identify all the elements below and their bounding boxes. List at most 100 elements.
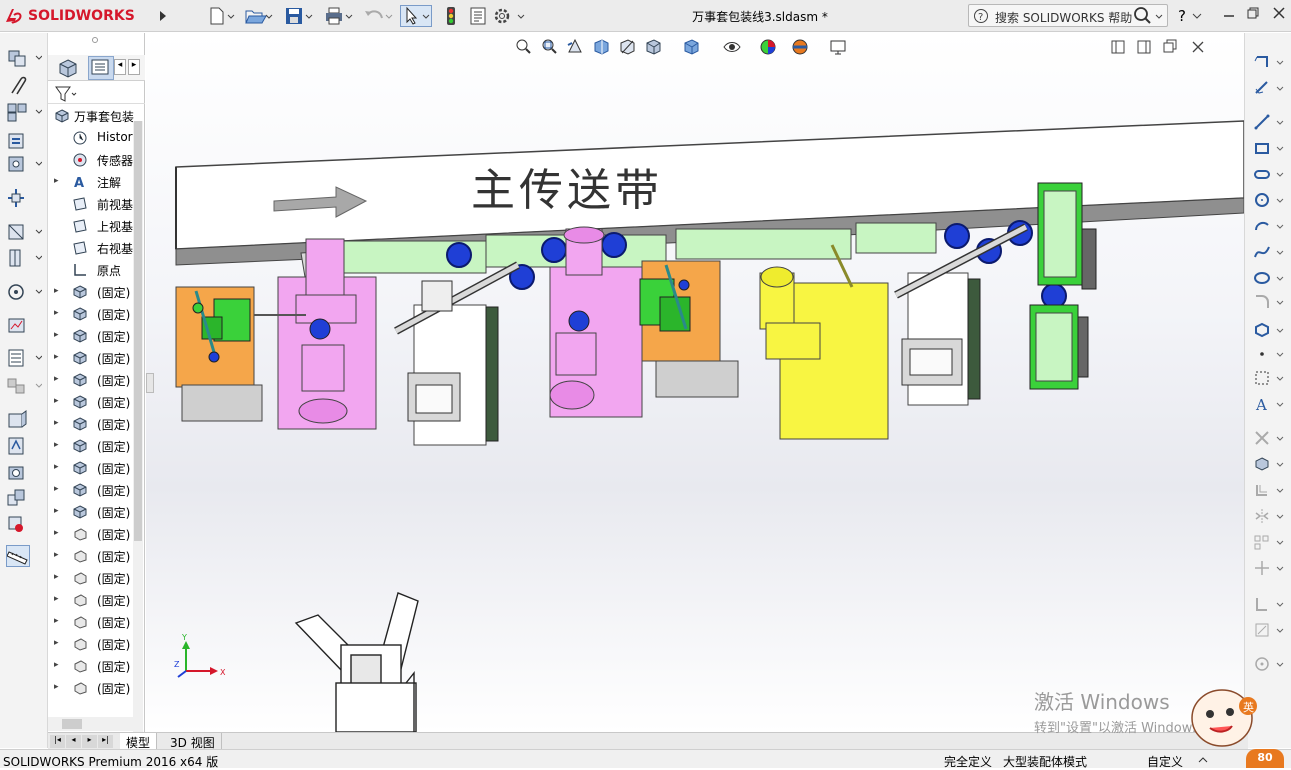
mate-button[interactable]: [6, 75, 42, 97]
help-button[interactable]: ?: [1178, 5, 1202, 27]
open-button[interactable]: [244, 5, 274, 27]
tree-item[interactable]: ▸ (固定): [48, 545, 143, 567]
expand-arrow-icon[interactable]: ▸: [54, 440, 62, 450]
update-speedpak-button[interactable]: [6, 435, 42, 457]
expand-arrow-icon[interactable]: ▸: [54, 484, 62, 494]
expand-arrow-icon[interactable]: ▸: [54, 462, 62, 472]
repair-sketch-button[interactable]: [1251, 619, 1287, 641]
trim-entities-button[interactable]: [1251, 427, 1287, 449]
expand-arrow-icon[interactable]: ▸: [54, 330, 62, 340]
linear-sketch-pattern-button[interactable]: [1251, 531, 1287, 553]
tree-item[interactable]: ▸ (固定): [48, 325, 143, 347]
tree-item[interactable]: ▸ (固定): [48, 633, 143, 655]
tree-horizontal-scrollbar[interactable]: [48, 717, 133, 731]
large-assembly-settings-button[interactable]: [6, 487, 42, 509]
tab-scroll-left[interactable]: ◂: [114, 59, 126, 75]
minimize-button[interactable]: [1218, 6, 1240, 26]
tree-item[interactable]: ▸ (固定): [48, 457, 143, 479]
convert-entities-button[interactable]: [1251, 453, 1287, 475]
panel-grip-icon[interactable]: [92, 37, 98, 43]
scrollbar-thumb[interactable]: [134, 121, 142, 541]
expand-arrow-icon[interactable]: ▸: [54, 594, 62, 604]
circle-button[interactable]: [1251, 189, 1287, 211]
select-button[interactable]: [400, 5, 432, 27]
tab-feature-manager[interactable]: [56, 57, 84, 79]
sketch-button[interactable]: [1251, 51, 1287, 73]
print-button[interactable]: [324, 5, 354, 27]
tree-item[interactable]: 前视基: [48, 193, 143, 215]
tree-item[interactable]: 上视基: [48, 215, 143, 237]
tree-item[interactable]: ▸ (固定): [48, 281, 143, 303]
smart-dimension-button[interactable]: [1251, 77, 1287, 99]
quick-snaps-button[interactable]: [1251, 653, 1287, 675]
expand-arrow-icon[interactable]: ▸: [54, 506, 62, 516]
tree-item[interactable]: 右视基: [48, 237, 143, 259]
tree-item[interactable]: ▸ (固定): [48, 479, 143, 501]
tree-item[interactable]: ▸ (固定): [48, 501, 143, 523]
expand-arrow-icon[interactable]: ▸: [54, 638, 62, 648]
arc-button[interactable]: [1251, 215, 1287, 237]
tree-item[interactable]: ▸ (固定): [48, 369, 143, 391]
options-button[interactable]: [492, 5, 526, 27]
units-selector[interactable]: 自定义: [1147, 753, 1183, 770]
assembly-features-button[interactable]: [6, 247, 43, 269]
spline-button[interactable]: [1251, 241, 1287, 263]
graphics-area[interactable]: 主传送带 Y X Z: [146, 33, 1244, 732]
display-relations-button[interactable]: [1251, 593, 1287, 615]
smart-fasteners-button[interactable]: [6, 153, 43, 175]
text-button[interactable]: A: [1251, 393, 1287, 415]
expand-menu-button[interactable]: [158, 5, 174, 27]
tree-item[interactable]: ▸ (固定): [48, 413, 143, 435]
ellipse-button[interactable]: [1251, 267, 1287, 289]
expand-arrow-icon[interactable]: ▸: [54, 396, 62, 406]
units-dropdown-icon[interactable]: [1198, 755, 1208, 765]
file-properties-button[interactable]: [468, 5, 488, 27]
fillet-button[interactable]: [1251, 291, 1287, 313]
expand-arrow-icon[interactable]: ▸: [54, 286, 62, 296]
mirror-entities-button[interactable]: [1251, 505, 1287, 527]
tab-navigation-arrows[interactable]: |◂ ◂ ▸ ▸|: [50, 735, 116, 748]
rectangle-button[interactable]: [1251, 137, 1287, 159]
tree-item[interactable]: History: [48, 127, 143, 149]
tree-item[interactable]: ▸ (固定): [48, 677, 143, 699]
tree-item[interactable]: ▸ (固定): [48, 523, 143, 545]
collapse-panel-handle[interactable]: [146, 373, 154, 393]
search-button[interactable]: [1132, 5, 1166, 27]
expand-arrow-icon[interactable]: ▸: [54, 616, 62, 626]
tree-scrollbar[interactable]: [133, 121, 143, 741]
tree-item[interactable]: ▸ (固定): [48, 303, 143, 325]
tree-item[interactable]: ▸ (固定): [48, 611, 143, 633]
tree-item[interactable]: ▸ (固定): [48, 655, 143, 677]
tree-item[interactable]: ▸ (固定): [48, 589, 143, 611]
expand-arrow-icon[interactable]: ▸: [54, 528, 62, 538]
expand-arrow-icon[interactable]: ▸: [54, 572, 62, 582]
rebuild-button[interactable]: [444, 5, 458, 27]
construction-geometry-button[interactable]: [1251, 367, 1287, 389]
tab-3d-views[interactable]: 3D 视图: [164, 733, 222, 750]
tree-item[interactable]: ▸ A 注解: [48, 171, 143, 193]
notification-badge[interactable]: 80: [1246, 749, 1284, 768]
expand-arrow-icon[interactable]: ▸: [54, 660, 62, 670]
linear-pattern-button[interactable]: [6, 129, 42, 151]
new-motion-study-button[interactable]: [6, 315, 42, 337]
move-entities-button[interactable]: [1251, 557, 1287, 579]
tree-item[interactable]: ▸ (固定): [48, 567, 143, 589]
expand-arrow-icon[interactable]: ▸: [54, 550, 62, 560]
expand-arrow-icon[interactable]: ▸: [54, 352, 62, 362]
move-component-button[interactable]: [6, 187, 42, 209]
interference-detection-button[interactable]: [6, 513, 42, 535]
expand-arrow-icon[interactable]: ▸: [54, 176, 62, 186]
tree-item[interactable]: ▸ (固定): [48, 435, 143, 457]
instant-3d-button[interactable]: [6, 409, 42, 431]
insert-components-button[interactable]: [6, 47, 43, 69]
expand-arrow-icon[interactable]: ▸: [54, 418, 62, 428]
close-button[interactable]: [1268, 6, 1290, 26]
assembly-3d-model[interactable]: 主传送带 Y X Z: [146, 33, 1244, 732]
tree-item[interactable]: ▸ (固定): [48, 391, 143, 413]
line-button[interactable]: [1251, 111, 1287, 133]
slot-button[interactable]: [1251, 163, 1287, 185]
exploded-view-button[interactable]: [6, 375, 43, 397]
tab-property-manager[interactable]: [88, 56, 114, 80]
expand-arrow-icon[interactable]: ▸: [54, 308, 62, 318]
offset-entities-button[interactable]: [1251, 479, 1287, 501]
